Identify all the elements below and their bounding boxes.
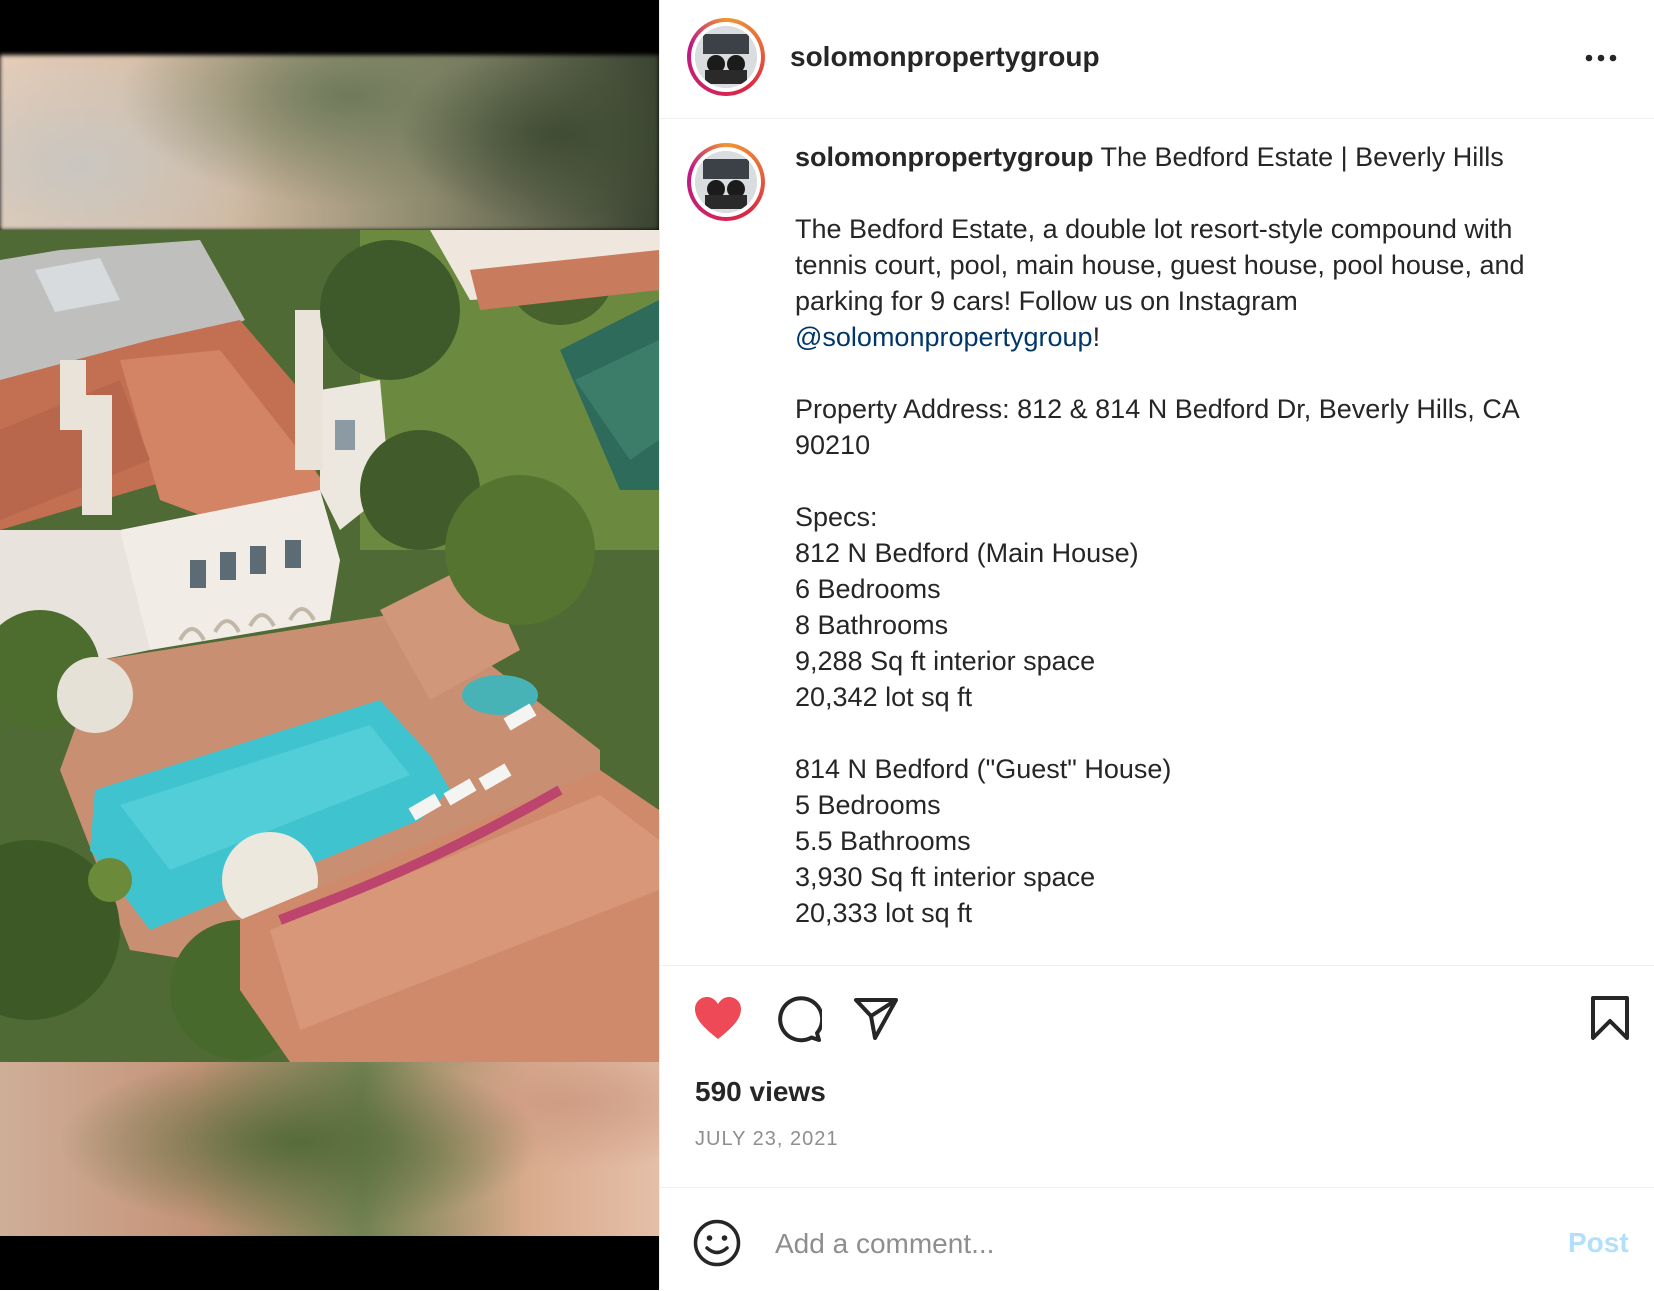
media-blur-top	[0, 55, 659, 230]
header-username[interactable]: solomonpropertygroup	[790, 41, 1100, 73]
caption-line: tennis court, pool, main house, guest ho…	[795, 250, 1525, 280]
caption-line: parking for 9 cars! Follow us on Instagr…	[795, 286, 1298, 316]
bookmark-icon[interactable]	[1590, 995, 1630, 1046]
post-button[interactable]: Post	[1568, 1227, 1629, 1259]
caption-avatar[interactable]	[687, 143, 765, 221]
post-panel: solomonpropertygroup solomonpropertygrou…	[659, 0, 1654, 1290]
mention-suffix: !	[1092, 322, 1101, 352]
comment-input[interactable]	[773, 1218, 1477, 1270]
spec-line: 9,288 Sq ft interior space	[795, 646, 1096, 676]
comment-bar: Post	[660, 1187, 1654, 1291]
emoji-smile-icon[interactable]	[693, 1219, 741, 1267]
spec-line: 6 Bedrooms	[795, 574, 941, 604]
avatar[interactable]	[687, 18, 765, 96]
comment-icon[interactable]	[774, 995, 825, 1048]
caption-line: The Bedford Estate, a double lot resort-…	[795, 214, 1513, 244]
post-media[interactable]	[0, 0, 659, 1290]
spec-line: 5.5 Bathrooms	[795, 826, 971, 856]
address-line: 90210	[795, 430, 871, 460]
media-blur-bottom	[0, 1062, 659, 1236]
caption-text: solomonpropertygroup The Bedford Estate …	[795, 139, 1615, 931]
estate-aerial-photo	[0, 230, 659, 1062]
caption-title-line: solomonpropertygroup The Bedford Estate …	[795, 139, 1615, 175]
spec-line: 812 N Bedford (Main House)	[795, 538, 1139, 568]
paper-plane-icon[interactable]	[853, 997, 899, 1046]
view-count[interactable]: 590 views	[695, 1076, 826, 1108]
heart-filled-icon[interactable]	[693, 995, 743, 1046]
specs-label: Specs:	[795, 502, 878, 532]
caption-title: The Bedford Estate | Beverly Hills	[1100, 142, 1504, 172]
caption-mention-line: @solomonpropertygroup!	[795, 319, 1615, 355]
post-date[interactable]: JULY 23, 2021	[695, 1128, 838, 1151]
post-header: solomonpropertygroup	[660, 0, 1654, 119]
spec-line: 3,930 Sq ft interior space	[795, 862, 1096, 892]
avatar-image	[695, 26, 757, 88]
spec-line: 20,342 lot sq ft	[795, 682, 973, 712]
caption-username[interactable]: solomonpropertygroup	[795, 142, 1094, 172]
avatar-image	[695, 151, 757, 213]
spec-line: 814 N Bedford ("Guest" House)	[795, 754, 1172, 784]
spec-line: 5 Bedrooms	[795, 790, 941, 820]
more-dots-icon[interactable]	[1584, 44, 1618, 72]
spec-line: 8 Bathrooms	[795, 610, 949, 640]
spec-line: 20,333 lot sq ft	[795, 898, 973, 928]
mention-link[interactable]: @solomonpropertygroup	[795, 322, 1093, 352]
address-line: Property Address: 812 & 814 N Bedford Dr…	[795, 394, 1520, 424]
post-caption: solomonpropertygroup The Bedford Estate …	[660, 119, 1654, 966]
